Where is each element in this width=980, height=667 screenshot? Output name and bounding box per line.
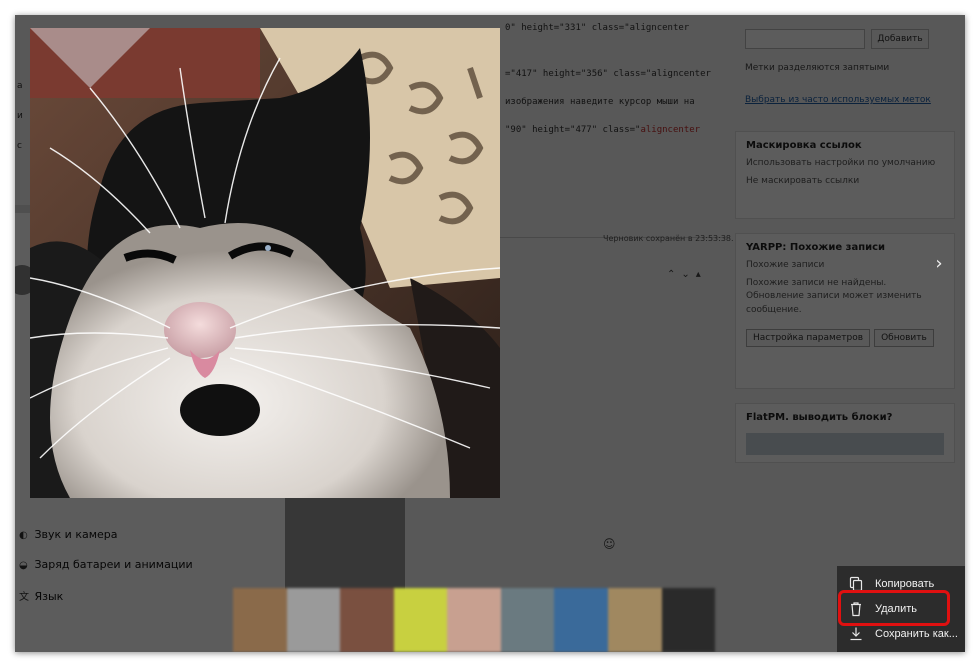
- background-text: а: [17, 81, 23, 91]
- placeholder-block: [285, 495, 405, 595]
- panel-title: Маскировка ссылок: [746, 140, 862, 151]
- cat-photo-image: [30, 28, 500, 498]
- download-icon: [849, 626, 863, 642]
- background-text: с: [17, 141, 22, 151]
- sound-icon: ◐: [19, 530, 28, 541]
- settings-panel: FlatPM. выводить блоки?: [735, 403, 955, 463]
- menu-item-label: Удалить: [875, 603, 917, 615]
- thumbnail[interactable]: [661, 588, 716, 652]
- thumbnail[interactable]: [447, 588, 501, 652]
- panel-text: Похожие записи не найдены. Обновление за…: [746, 277, 922, 315]
- menu-item-label: Сохранить как...: [875, 628, 958, 640]
- thumbnail[interactable]: [286, 588, 341, 652]
- background-text: и: [17, 111, 23, 121]
- next-image-arrow[interactable]: ›: [931, 253, 947, 275]
- battery-icon: ◒: [19, 560, 28, 571]
- trash-icon: [849, 601, 863, 617]
- image-context-menu: Копировать Удалить Сохранить как...: [837, 566, 965, 652]
- settings-button: Настройка параметров: [746, 329, 871, 347]
- viewer-photo[interactable]: [30, 28, 500, 498]
- settings-panel: YARPP: Похожие записи Похожие записи Пох…: [735, 233, 955, 389]
- panel-text: Похожие записи: [746, 260, 825, 270]
- menu-item-label: Копировать: [875, 578, 935, 590]
- draft-status-text: Черновик сохранён в 23:53:38.: [603, 234, 734, 243]
- sidebar-item: ◐ Звук и камера: [19, 528, 118, 541]
- thumbnail[interactable]: [554, 588, 608, 652]
- tags-hint: Метки разделяются запятыми: [745, 63, 890, 73]
- code-line: 0" height="331" class="aligncenter: [505, 23, 690, 33]
- sidebar-item: 文 Язык: [19, 590, 64, 603]
- panel-title: FlatPM. выводить блоки?: [746, 412, 893, 423]
- copy-icon: [849, 576, 863, 592]
- thumbnail[interactable]: [500, 588, 555, 652]
- menu-item-copy[interactable]: Копировать: [837, 572, 965, 596]
- panel-option: Использовать настройки по умолчанию: [746, 158, 936, 168]
- panel-option: Не маскировать ссылки: [746, 175, 860, 186]
- settings-panel: Маскировка ссылок Использовать настройки…: [735, 131, 955, 219]
- refresh-button: Обновить: [874, 329, 934, 347]
- thumbnail-strip: [233, 588, 716, 652]
- code-line: изображения наведите курсор мыши на: [505, 97, 695, 107]
- thumbnail[interactable]: [393, 588, 448, 652]
- image-viewer-window: а и с 0" height="331" class="aligncenter…: [15, 15, 965, 652]
- menu-item-delete[interactable]: Удалить: [837, 597, 965, 621]
- tags-link: Выбрать из часто используемых меток: [745, 95, 931, 105]
- emoji-icon: ☺: [603, 537, 616, 551]
- menu-item-save-as[interactable]: Сохранить как...: [837, 622, 965, 646]
- add-tag-button: Добавить: [871, 29, 929, 49]
- language-icon: 文: [19, 592, 29, 603]
- code-line: ="417" height="356" class="aligncenter: [505, 69, 711, 79]
- panel-title: YARPP: Похожие записи: [746, 242, 886, 253]
- panel-buttons: Настройка параметров Обновить: [736, 319, 954, 353]
- yes-no-toggle: [746, 433, 944, 455]
- tags-input: [745, 29, 865, 49]
- thumbnail[interactable]: [340, 588, 394, 652]
- panel-toggle-arrows: ⌃⌄▴: [667, 269, 707, 280]
- thumbnail[interactable]: [607, 588, 662, 652]
- sidebar-item: ◒ Заряд батареи и анимации: [19, 558, 193, 571]
- code-line: "90" height="477" class="aligncenter: [505, 125, 701, 135]
- thumbnail[interactable]: [233, 588, 287, 652]
